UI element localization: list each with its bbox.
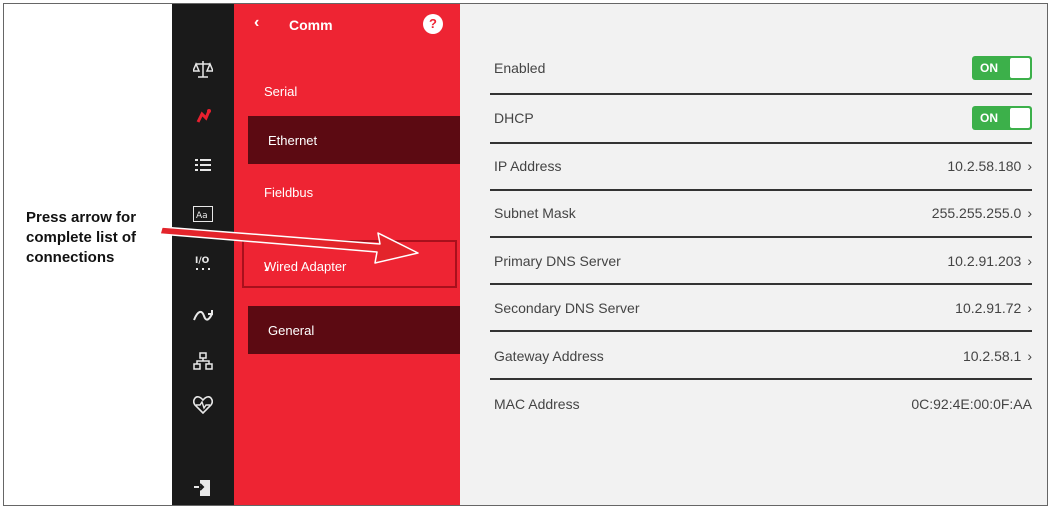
setting-label: MAC Address (494, 396, 580, 412)
comm-nav-panel: ‹ Comm ? Serial Ethernet Fieldbus Wired … (234, 4, 460, 505)
export-icon[interactable] (172, 478, 234, 503)
chevron-right-icon[interactable]: › (1027, 348, 1032, 364)
setting-label: IP Address (494, 158, 562, 174)
setting-label: Gateway Address (494, 348, 604, 364)
setting-value: 10.2.91.203 › (947, 253, 1032, 269)
setting-label: Primary DNS Server (494, 253, 621, 269)
setting-row-mac-address: MAC Address 0C:92:4E:00:0F:AA (490, 382, 1032, 428)
row-divider (490, 93, 1032, 95)
network-icon[interactable] (172, 352, 234, 375)
nav-title: Comm (289, 17, 333, 33)
flow-icon[interactable] (172, 308, 234, 329)
chevron-right-icon[interactable]: › (1027, 205, 1032, 221)
help-icon[interactable]: ? (423, 14, 443, 34)
row-divider (490, 330, 1032, 332)
back-button[interactable]: ‹ (254, 14, 259, 32)
toggle-state: ON (980, 61, 998, 75)
nav-item-label: Ethernet (268, 133, 318, 148)
chevron-right-icon[interactable]: › (1027, 253, 1032, 269)
nav-item-general[interactable]: General (248, 306, 460, 354)
nav-item-wired-adapter[interactable]: Wired Adapter › (242, 240, 457, 288)
row-divider (490, 283, 1032, 285)
nav-item-label: Serial (264, 84, 298, 99)
setting-value: 0C:92:4E:00:0F:AA (911, 396, 1032, 412)
chevron-right-icon[interactable]: › (1027, 300, 1032, 316)
scale-icon[interactable] (172, 60, 234, 83)
ethernet-settings-panel: Enabled ON DHCP ON IP Address 10.2.58.18… (460, 4, 1047, 505)
setting-value: 10.2.58.180 › (947, 158, 1032, 174)
row-divider (490, 378, 1032, 380)
toggle-knob (1010, 58, 1030, 78)
comm-icon[interactable] (172, 108, 234, 131)
setting-row-gateway[interactable]: Gateway Address 10.2.58.1 › (490, 334, 1032, 380)
nav-item-ethernet[interactable]: Ethernet (248, 116, 460, 164)
setting-row-ip-address[interactable]: IP Address 10.2.58.180 › (490, 144, 1032, 190)
setting-row-enabled: Enabled ON (490, 46, 1032, 92)
chevron-right-icon[interactable]: › (264, 259, 441, 275)
toggle-state: ON (980, 111, 998, 125)
chevron-right-icon[interactable]: › (1027, 158, 1032, 174)
setting-label: Secondary DNS Server (494, 300, 640, 316)
dhcp-toggle[interactable]: ON (972, 106, 1032, 130)
setting-value: 255.255.255.0 › (931, 205, 1032, 221)
toggle-knob (1010, 108, 1030, 128)
setting-row-primary-dns[interactable]: Primary DNS Server 10.2.91.203 › (490, 239, 1032, 285)
nav-item-fieldbus[interactable]: Fieldbus (244, 168, 460, 216)
io-icon[interactable]: I/O (172, 254, 234, 279)
annotation-line: complete list of (26, 229, 137, 246)
screenshot-frame: Aa I/O ‹ Comm ? Serial Ethernet Fieldbus… (3, 3, 1048, 506)
annotation-line: connections (26, 249, 115, 266)
svg-text:Aa: Aa (196, 211, 208, 221)
setting-value: 10.2.91.72 › (955, 300, 1032, 316)
setting-label: DHCP (494, 110, 534, 126)
nav-header: ‹ Comm ? (234, 4, 460, 48)
setting-label: Enabled (494, 60, 546, 76)
icon-rail: Aa I/O (172, 4, 234, 505)
setting-row-subnet-mask[interactable]: Subnet Mask 255.255.255.0 › (490, 191, 1032, 237)
setting-value: 10.2.58.1 › (962, 348, 1032, 364)
row-divider (490, 236, 1032, 238)
nav-item-label: Fieldbus (264, 185, 314, 200)
annotation-line: Press arrow for (26, 209, 137, 226)
setting-label: Subnet Mask (494, 205, 576, 221)
text-format-icon[interactable]: Aa (172, 206, 234, 227)
list-icon[interactable] (172, 158, 234, 177)
nav-item-label: General (268, 323, 315, 338)
enabled-toggle[interactable]: ON (972, 56, 1032, 80)
setting-row-dhcp: DHCP ON (490, 96, 1032, 142)
diagnostics-icon[interactable] (172, 396, 234, 419)
svg-text:I/O: I/O (195, 256, 210, 266)
annotation-callout: Press arrow for complete list of connect… (26, 208, 176, 268)
setting-row-secondary-dns[interactable]: Secondary DNS Server 10.2.91.72 › (490, 286, 1032, 332)
nav-item-serial[interactable]: Serial (244, 67, 460, 115)
